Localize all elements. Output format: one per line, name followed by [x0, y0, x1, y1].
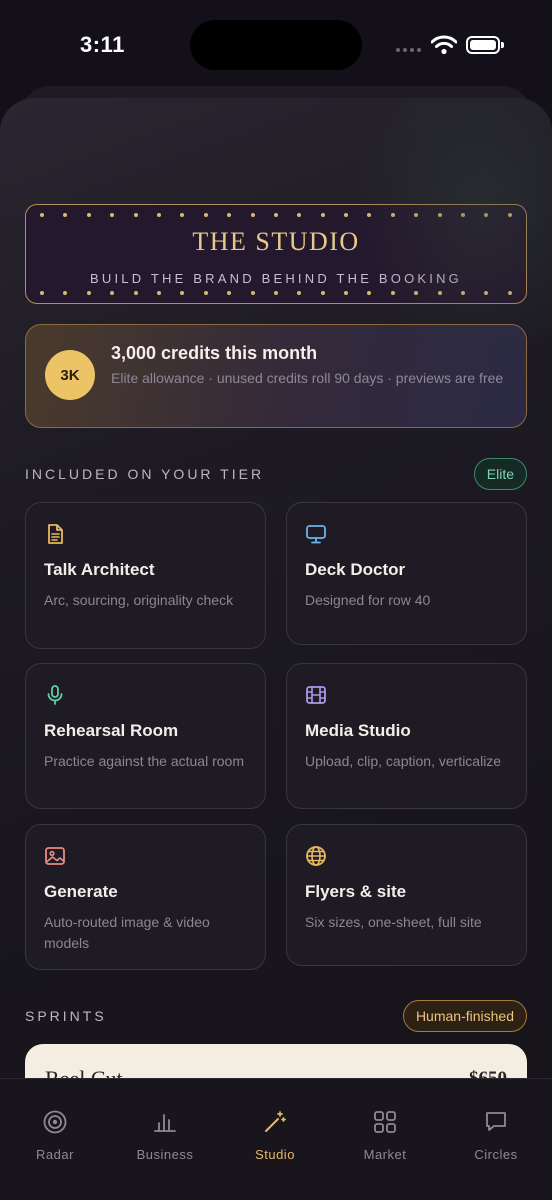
tool-card-rehearsal-room[interactable]: Rehearsal Room Practice against the actu… [25, 663, 266, 809]
tab-label: Studio [255, 1147, 295, 1162]
bar-chart-icon [154, 1114, 176, 1132]
tab-circles[interactable]: Circles [441, 1079, 551, 1179]
microphone-icon [47, 685, 63, 705]
included-section-label: INCLUDED ON YOUR TIER [25, 466, 265, 482]
tool-title: Generate [44, 882, 118, 901]
status-bar: 3:11 [0, 0, 552, 90]
tool-description: Auto-routed image & video models [44, 914, 210, 951]
tool-description: Practice against the actual room [44, 753, 244, 769]
tab-label: Circles [474, 1147, 518, 1162]
tool-description: Upload, clip, caption, verticalize [305, 753, 502, 769]
chat-bubble-icon [486, 1112, 506, 1131]
studio-sheet: THE STUDIO BUILD THE BRAND BEHIND THE BO… [0, 98, 552, 1200]
magic-wand-icon [265, 1111, 286, 1132]
tab-label: Radar [36, 1147, 74, 1162]
tab-label: Business [136, 1147, 194, 1162]
status-time: 3:11 [80, 32, 125, 57]
credits-card[interactable]: 3K 3,000 credits this month Elite allowa… [25, 324, 527, 428]
tool-description: Designed for row 40 [305, 592, 431, 608]
studio-marquee: THE STUDIO BUILD THE BRAND BEHIND THE BO… [25, 204, 527, 304]
credits-subtitle: Elite allowance · unused credits roll 90… [111, 370, 504, 386]
image-icon [45, 847, 65, 865]
credits-title: 3,000 credits this month [111, 343, 318, 363]
wifi-icon [431, 35, 457, 55]
sprints-section-label: SPRINTS [25, 1008, 107, 1024]
tool-card-deck-doctor[interactable]: Deck Doctor Designed for row 40 [286, 502, 527, 645]
tool-title: Talk Architect [44, 560, 155, 579]
tier-badge: Elite [473, 458, 527, 490]
tab-market[interactable]: Market [330, 1079, 440, 1179]
signal-icon [396, 48, 421, 52]
film-icon [306, 686, 326, 704]
tab-label: Market [363, 1147, 407, 1162]
page-title: THE STUDIO [192, 227, 360, 256]
tool-title: Deck Doctor [305, 560, 406, 579]
tool-card-media-studio[interactable]: Media Studio Upload, clip, caption, vert… [286, 663, 527, 809]
tool-title: Flyers & site [305, 882, 407, 901]
sprints-badge: Human-finished [402, 1000, 527, 1032]
tool-description: Six sizes, one-sheet, full site [305, 914, 482, 930]
battery-icon [466, 36, 504, 54]
credits-badge: 3K [45, 350, 95, 400]
tab-studio[interactable]: Studio [220, 1079, 330, 1179]
tool-card-flyers-site[interactable]: Flyers & site Six sizes, one-sheet, full… [286, 824, 527, 966]
tool-description: Arc, sourcing, originality check [44, 592, 234, 608]
dynamic-island [190, 20, 362, 70]
tool-card-generate[interactable]: Generate Auto-routed image & video model… [25, 824, 266, 970]
tab-radar[interactable]: Radar [0, 1079, 110, 1179]
tool-title: Rehearsal Room [44, 721, 179, 740]
tool-card-talk-architect[interactable]: Talk Architect Arc, sourcing, originalit… [25, 502, 266, 649]
globe-icon [306, 846, 326, 866]
marquee-lights-bottom [40, 291, 512, 295]
document-icon [48, 524, 63, 544]
monitor-icon [306, 525, 326, 544]
bottom-tab-bar: Radar Business Studio Market Circles [0, 1078, 552, 1200]
page-subtitle: BUILD THE BRAND BEHIND THE BOOKING [90, 271, 462, 286]
tool-title: Media Studio [305, 721, 411, 740]
tab-business[interactable]: Business [110, 1079, 220, 1179]
marquee-lights-top [40, 213, 512, 217]
grid-icon [374, 1111, 396, 1133]
radar-icon [43, 1110, 67, 1134]
